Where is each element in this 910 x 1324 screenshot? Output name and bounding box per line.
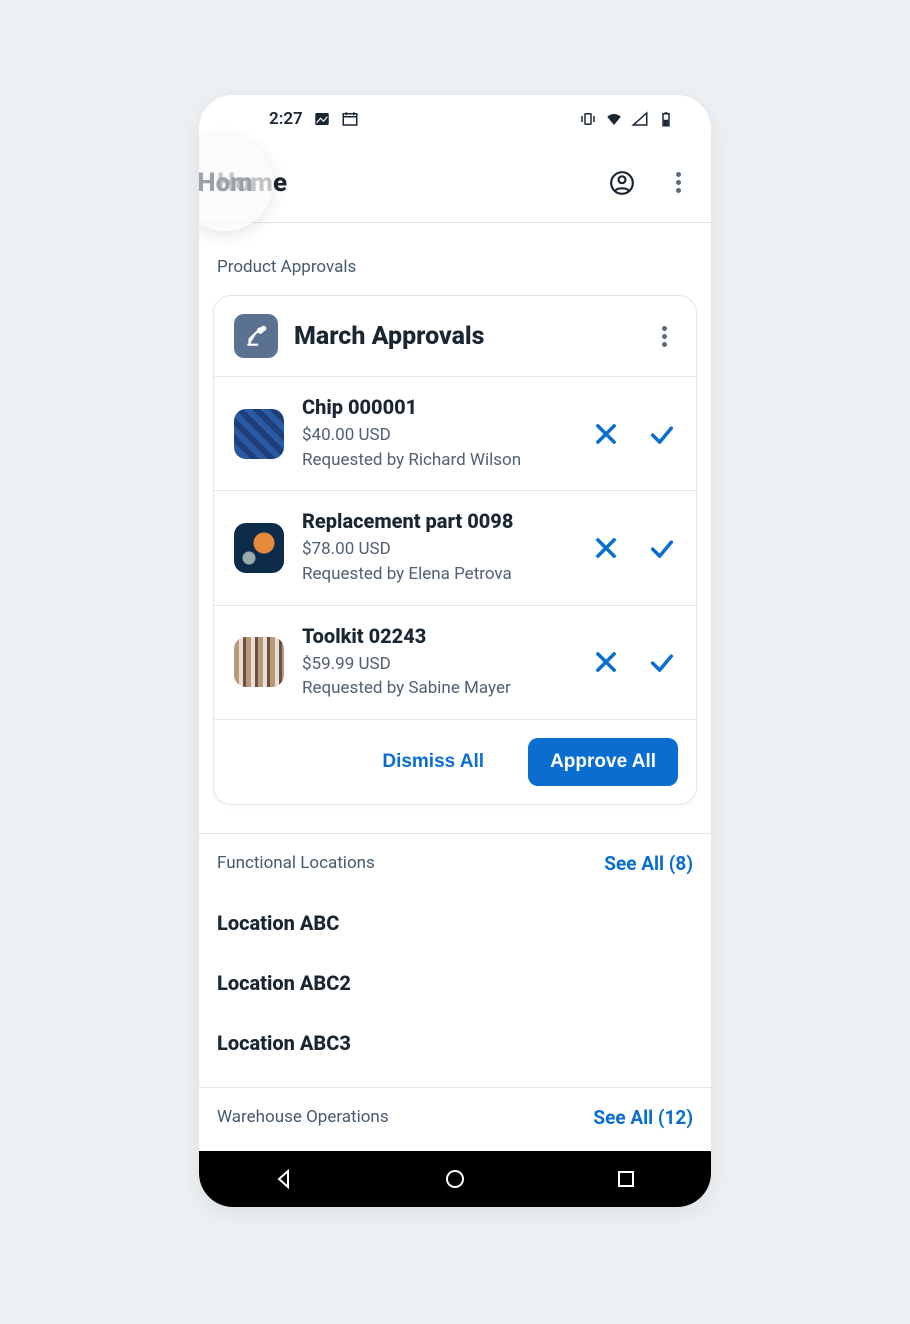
reject-button[interactable]	[592, 534, 620, 562]
product-approvals-header: Product Approvals	[199, 223, 711, 295]
approvals-card: March Approvals Chip 000001 $40.00 USD R…	[213, 295, 697, 805]
android-nav-bar	[199, 1151, 711, 1207]
status-bar: 2:27	[199, 95, 711, 143]
approvals-card-title: March Approvals	[294, 322, 636, 351]
item-price: $78.00 USD	[302, 537, 574, 562]
warehouse-see-all-link[interactable]: See All (12)	[593, 1106, 693, 1129]
reject-button[interactable]	[592, 420, 620, 448]
item-requester: Requested by Sabine Mayer	[302, 676, 574, 701]
battery-icon	[657, 110, 675, 128]
approve-button[interactable]	[648, 534, 676, 562]
status-time: 2:27	[269, 109, 303, 129]
vibrate-icon	[579, 110, 597, 128]
item-price: $40.00 USD	[302, 423, 574, 448]
item-title: Replacement part 0098	[302, 509, 574, 533]
location-item[interactable]: Location ABC3	[217, 1013, 693, 1073]
profile-button[interactable]	[607, 168, 637, 198]
location-item[interactable]: Location ABC2	[217, 953, 693, 1013]
dismiss-all-button[interactable]: Dismiss All	[360, 738, 506, 786]
app-bar: Home Hom	[199, 143, 711, 223]
wifi-icon	[605, 110, 623, 128]
item-thumbnail	[234, 409, 284, 459]
item-thumbnail	[234, 523, 284, 573]
page-title: Home	[217, 168, 287, 198]
item-title: Toolkit 02243	[302, 624, 574, 648]
location-item[interactable]: Location ABC	[217, 893, 693, 953]
calendar-icon	[341, 110, 359, 128]
warehouse-operations-header: Warehouse Operations	[217, 1107, 389, 1127]
nav-home-button[interactable]	[425, 1159, 485, 1199]
overflow-menu-button[interactable]	[663, 168, 693, 198]
functional-locations-header: Functional Locations	[217, 853, 375, 873]
locations-see-all-link[interactable]: See All (8)	[604, 852, 693, 875]
device-frame: 2:27 Home Hom	[199, 95, 711, 1207]
nav-back-button[interactable]	[254, 1159, 314, 1199]
approve-button[interactable]	[648, 648, 676, 676]
item-title: Chip 000001	[302, 395, 574, 419]
item-thumbnail	[234, 637, 284, 687]
item-requester: Requested by Richard Wilson	[302, 448, 574, 473]
approval-item[interactable]: Chip 000001 $40.00 USD Requested by Rich…	[214, 377, 696, 491]
reject-button[interactable]	[592, 648, 620, 676]
card-overflow-menu[interactable]	[652, 324, 676, 348]
robot-arm-icon	[234, 314, 278, 358]
approve-all-button[interactable]: Approve All	[528, 738, 678, 786]
image-icon	[313, 110, 331, 128]
approval-item[interactable]: Toolkit 02243 $59.99 USD Requested by Sa…	[214, 606, 696, 720]
approval-item[interactable]: Replacement part 0098 $78.00 USD Request…	[214, 491, 696, 605]
approve-button[interactable]	[648, 420, 676, 448]
nav-recent-button[interactable]	[596, 1159, 656, 1199]
item-requester: Requested by Elena Petrova	[302, 562, 574, 587]
item-price: $59.99 USD	[302, 652, 574, 677]
signal-icon	[631, 110, 649, 128]
